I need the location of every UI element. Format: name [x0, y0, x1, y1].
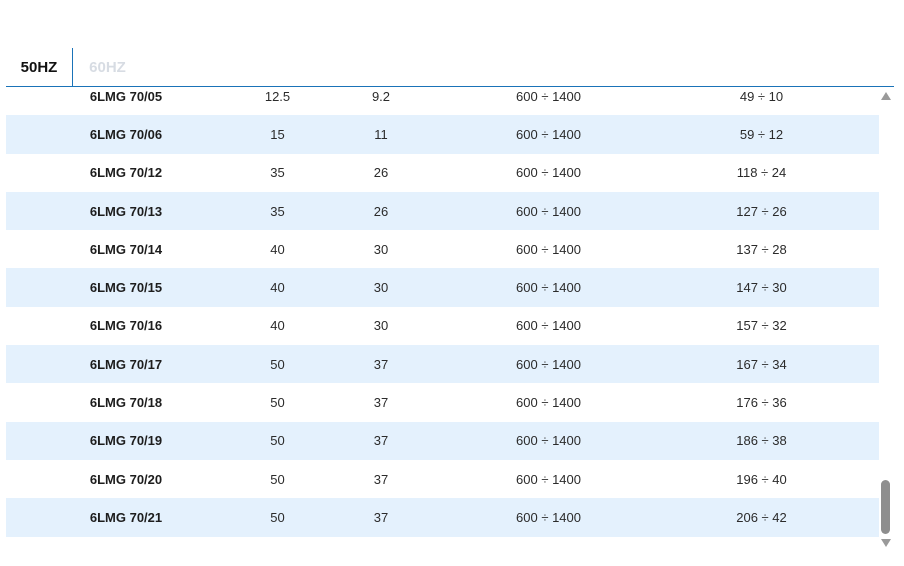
power-kw-cell: 50 [270, 395, 285, 411]
table-row[interactable]: 6LMG 70/12 35 26 600 ÷ 1400 118 ÷ 24 [6, 154, 879, 192]
table-row[interactable]: 6LMG 70/06 15 11 600 ÷ 1400 59 ÷ 12 [6, 115, 879, 154]
power-hp-cell: 37 [373, 356, 389, 372]
head-range-cell: 206 ÷ 42 [736, 509, 787, 525]
model-cell: 6LMG 70/14 [89, 241, 163, 257]
model-cell: 6LMG 70/18 [89, 395, 163, 411]
flow-range-cell: 600 ÷ 1400 [516, 356, 581, 372]
arrow-up-icon[interactable] [881, 92, 891, 100]
head-range-cell: 167 ÷ 34 [736, 356, 787, 372]
power-kw-cell: 50 [270, 433, 285, 449]
table-row[interactable]: 6LMG 70/14 40 30 600 ÷ 1400 137 ÷ 28 [6, 230, 879, 268]
power-kw-cell: 35 [270, 165, 285, 181]
page: 50HZ 60HZ 6LMG 70/05 12.5 9.2 600 ÷ 1400 49 … [0, 0, 904, 566]
power-kw-cell: 15 [270, 126, 285, 142]
model-cell: 6LMG 70/17 [89, 356, 163, 372]
power-kw-cell: 50 [270, 509, 285, 525]
table-row[interactable]: 6LMG 70/19 50 37 600 ÷ 1400 186 ÷ 38 [6, 421, 879, 460]
power-hp-cell: 30 [373, 280, 389, 296]
power-hp-cell: 30 [373, 318, 389, 334]
power-kw-cell: 50 [270, 356, 285, 372]
head-range-cell: 49 ÷ 10 [739, 88, 784, 104]
flow-range-cell: 600 ÷ 1400 [516, 318, 581, 334]
flow-range-cell: 600 ÷ 1400 [516, 280, 581, 296]
flow-range-cell: 600 ÷ 1400 [516, 509, 581, 525]
flow-range-cell: 600 ÷ 1400 [516, 471, 581, 487]
power-hp-cell: 30 [373, 241, 389, 257]
power-hp-cell: 11 [374, 126, 388, 142]
power-hp-cell: 26 [373, 165, 389, 181]
power-hp-cell: 37 [373, 433, 389, 449]
power-hp-cell: 26 [373, 203, 389, 219]
flow-range-cell: 600 ÷ 1400 [516, 165, 581, 181]
tab-50hz[interactable]: 50HZ [6, 48, 73, 86]
pump-table[interactable]: 6LMG 70/05 12.5 9.2 600 ÷ 1400 49 ÷ 10 6LMG 7… [6, 87, 879, 538]
model-cell: 6LMG 70/15 [89, 280, 163, 296]
head-range-cell: 127 ÷ 26 [736, 203, 787, 219]
model-cell: 6LMG 70/16 [89, 318, 163, 334]
model-cell: 6LMG 70/21 [89, 509, 163, 525]
table-row[interactable]: 6LMG 70/21 50 37 600 ÷ 1400 206 ÷ 42 [6, 498, 879, 537]
table-row[interactable]: 6LMG 70/16 40 30 600 ÷ 1400 157 ÷ 32 [6, 307, 879, 345]
table-body: 6LMG 70/05 12.5 9.2 600 ÷ 1400 49 ÷ 10 6LMG 7… [6, 87, 879, 537]
head-range-cell: 157 ÷ 32 [736, 318, 787, 334]
head-range-cell: 176 ÷ 36 [736, 395, 787, 411]
table-row[interactable]: 6LMG 70/05 12.5 9.2 600 ÷ 1400 49 ÷ 10 [6, 87, 879, 115]
model-cell: 6LMG 70/12 [89, 165, 163, 181]
arrow-down-icon[interactable] [881, 539, 891, 547]
flow-range-cell: 600 ÷ 1400 [516, 395, 581, 411]
model-cell: 6LMG 70/06 [89, 126, 163, 142]
power-kw-cell: 35 [270, 203, 285, 219]
model-cell: 6LMG 70/05 [89, 88, 163, 104]
table-row[interactable]: 6LMG 70/13 35 26 600 ÷ 1400 127 ÷ 26 [6, 191, 879, 231]
tab-60hz[interactable]: 60HZ [73, 48, 142, 86]
power-kw-cell: 40 [270, 241, 285, 257]
power-kw-cell: 12.5 [264, 88, 291, 104]
power-kw-cell: 40 [270, 280, 285, 296]
head-range-cell: 196 ÷ 40 [736, 471, 787, 487]
frequency-tabs: 50HZ 60HZ [6, 48, 894, 87]
power-hp-cell: 37 [373, 509, 389, 525]
head-range-cell: 118 ÷ 24 [736, 165, 787, 181]
flow-range-cell: 600 ÷ 1400 [516, 88, 581, 104]
power-kw-cell: 50 [270, 471, 285, 487]
model-cell: 6LMG 70/20 [89, 471, 163, 487]
flow-range-cell: 600 ÷ 1400 [516, 433, 581, 449]
head-range-cell: 137 ÷ 28 [736, 241, 787, 257]
head-range-cell: 147 ÷ 30 [736, 280, 787, 296]
head-range-cell: 186 ÷ 38 [736, 433, 787, 449]
table-row[interactable]: 6LMG 70/17 50 37 600 ÷ 1400 167 ÷ 34 [6, 345, 879, 384]
power-hp-cell: 9.2 [371, 88, 391, 104]
scrollbar-thumb[interactable] [881, 480, 890, 534]
flow-range-cell: 600 ÷ 1400 [516, 203, 581, 219]
table-row[interactable]: 6LMG 70/15 40 30 600 ÷ 1400 147 ÷ 30 [6, 268, 879, 307]
power-kw-cell: 40 [270, 318, 285, 334]
table-row[interactable]: 6LMG 70/18 50 37 600 ÷ 1400 176 ÷ 36 [6, 383, 879, 421]
vertical-scrollbar[interactable] [880, 88, 892, 550]
model-cell: 6LMG 70/19 [89, 433, 163, 449]
flow-range-cell: 600 ÷ 1400 [516, 126, 581, 142]
head-range-cell: 59 ÷ 12 [739, 126, 784, 142]
table-row[interactable]: 6LMG 70/20 50 37 600 ÷ 1400 196 ÷ 40 [6, 460, 879, 498]
power-hp-cell: 37 [373, 471, 389, 487]
power-hp-cell: 37 [373, 395, 389, 411]
model-cell: 6LMG 70/13 [89, 203, 163, 219]
flow-range-cell: 600 ÷ 1400 [516, 241, 581, 257]
